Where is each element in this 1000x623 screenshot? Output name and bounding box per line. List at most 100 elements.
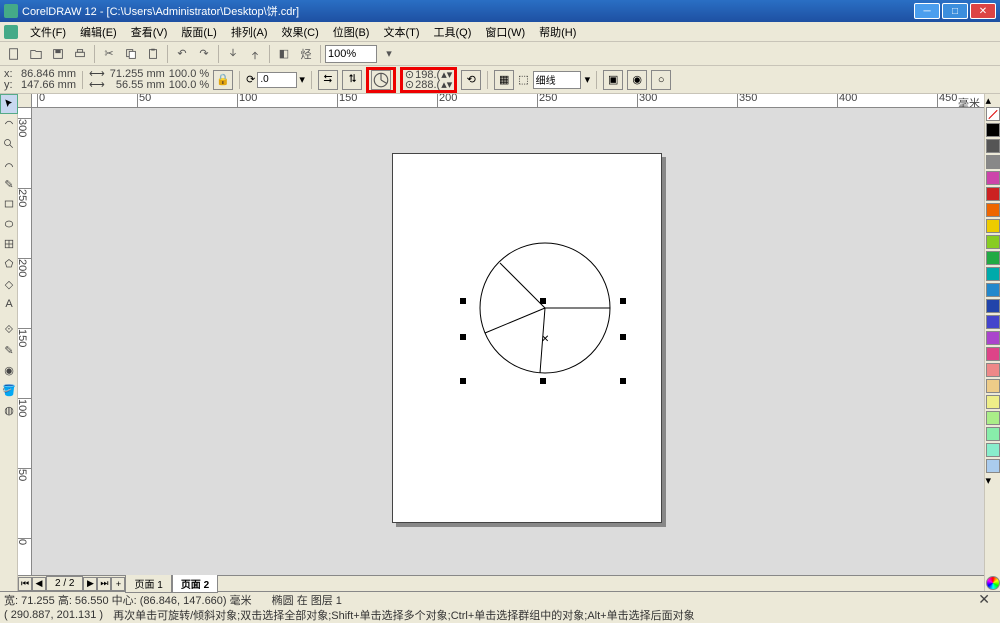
convert-button[interactable]: ○ [651,70,671,90]
selection-handle[interactable] [460,334,466,340]
selection-handle[interactable] [460,378,466,384]
menu-help[interactable]: 帮助(H) [533,22,582,42]
canvas[interactable]: ✕ [32,108,984,575]
center-marker[interactable]: ✕ [541,334,549,342]
pie-shape-button[interactable] [371,70,391,90]
app-launcher-button[interactable]: ◧ [274,44,294,64]
first-page-button[interactable]: ⏮ [18,577,32,591]
undo-button[interactable]: ↶ [172,44,192,64]
freehand-tool[interactable] [0,154,18,174]
color-swatch[interactable] [986,427,1000,441]
open-button[interactable] [26,44,46,64]
color-swatch[interactable] [986,155,1000,169]
color-swatch[interactable] [986,379,1000,393]
selection-handle[interactable] [460,298,466,304]
wrap-button[interactable]: ▦ [494,70,514,90]
menu-tools[interactable]: 工具(Q) [428,22,478,42]
outline-tool[interactable]: ◉ [0,360,18,380]
color-swatch[interactable] [986,187,1000,201]
menu-text[interactable]: 文本(T) [377,22,425,42]
prev-page-button[interactable]: ◀ [32,577,46,591]
app-icon [4,4,18,18]
color-swatch[interactable] [986,139,1000,153]
selection-handle[interactable] [620,334,626,340]
to-back-button[interactable]: ◉ [627,70,647,90]
no-fill-swatch[interactable] [986,107,1000,121]
text-tool[interactable]: A [0,294,18,314]
mirror-v-button[interactable]: ⮁ [342,70,362,90]
color-swatch[interactable] [986,411,1000,425]
color-swatch[interactable] [986,395,1000,409]
menu-file[interactable]: 文件(F) [24,22,72,42]
rotation-input[interactable] [257,72,297,88]
fill-none-indicator[interactable]: ✕ [978,591,990,608]
custom-color-button[interactable] [986,576,1000,590]
new-button[interactable] [4,44,24,64]
color-swatch[interactable] [986,315,1000,329]
palette-up-button[interactable]: ▴ [986,94,1000,106]
page-counter[interactable]: 2 / 2 [46,576,83,591]
color-swatch[interactable] [986,123,1000,137]
page-tab-2[interactable]: 页面 2 [172,574,218,593]
graph-paper-tool[interactable] [0,234,18,254]
menu-effects[interactable]: 效果(C) [276,22,325,42]
color-swatch[interactable] [986,171,1000,185]
color-swatch[interactable] [986,235,1000,249]
zoom-tool[interactable] [0,134,18,154]
selection-handle[interactable] [540,298,546,304]
last-page-button[interactable]: ⏭ [97,577,111,591]
menu-arrange[interactable]: 排列(A) [225,22,274,42]
mirror-h-button[interactable]: ⮀ [318,70,338,90]
next-page-button[interactable]: ▶ [83,577,97,591]
maximize-button[interactable]: □ [942,3,968,19]
close-button[interactable]: ✕ [970,3,996,19]
vertical-ruler[interactable]: 300 250 200 150 100 50 0 [18,108,32,575]
corel-online-button[interactable]: 烃 [296,44,316,64]
add-page-button[interactable]: + [111,577,125,591]
outline-width-select[interactable] [533,71,581,89]
menu-view[interactable]: 查看(V) [125,22,174,42]
color-swatch[interactable] [986,363,1000,377]
copy-button[interactable] [121,44,141,64]
print-button[interactable] [70,44,90,64]
to-front-button[interactable]: ▣ [603,70,623,90]
selection-handle[interactable] [620,378,626,384]
fill-tool[interactable]: 🪣 [0,380,18,400]
export-button[interactable] [245,44,265,64]
zoom-dropdown[interactable]: ▾ [379,44,399,64]
ellipse-tool[interactable] [0,214,18,234]
color-swatch[interactable] [986,283,1000,297]
menu-window[interactable]: 窗口(W) [479,22,531,42]
color-swatch[interactable] [986,299,1000,313]
selection-handle[interactable] [540,378,546,384]
selection-handle[interactable] [620,298,626,304]
pick-tool[interactable] [0,94,18,114]
cut-button[interactable]: ✂ [99,44,119,64]
arc-direction-button[interactable]: ⟲ [461,70,481,90]
basic-shapes-tool[interactable]: ◇ [0,274,18,294]
palette-down-button[interactable]: ▾ [986,474,1000,486]
menu-layout[interactable]: 版面(L) [175,22,222,42]
color-swatch[interactable] [986,203,1000,217]
ellipse-object[interactable] [470,238,620,388]
zoom-select[interactable] [325,45,377,63]
color-swatch[interactable] [986,251,1000,265]
horizontal-ruler[interactable]: 0 50 100 150 200 250 300 350 400 450 毫米 [32,94,984,108]
ruler-origin[interactable] [18,94,32,108]
menu-bitmap[interactable]: 位图(B) [327,22,376,42]
paste-button[interactable] [143,44,163,64]
color-swatch[interactable] [986,331,1000,345]
minimize-button[interactable]: ─ [914,3,940,19]
import-button[interactable] [223,44,243,64]
color-swatch[interactable] [986,443,1000,457]
lock-ratio-button[interactable]: 🔒 [213,70,233,90]
color-swatch[interactable] [986,347,1000,361]
redo-button[interactable]: ↷ [194,44,214,64]
angle-start-spinner[interactable]: ⊙ 198.( ▴▾ ⊙ 288.( ▴▾ [405,70,452,90]
color-swatch[interactable] [986,267,1000,281]
color-swatch[interactable] [986,459,1000,473]
menu-edit[interactable]: 编辑(E) [74,22,123,42]
page-tab-1[interactable]: 页面 1 [125,574,171,593]
color-swatch[interactable] [986,219,1000,233]
save-button[interactable] [48,44,68,64]
